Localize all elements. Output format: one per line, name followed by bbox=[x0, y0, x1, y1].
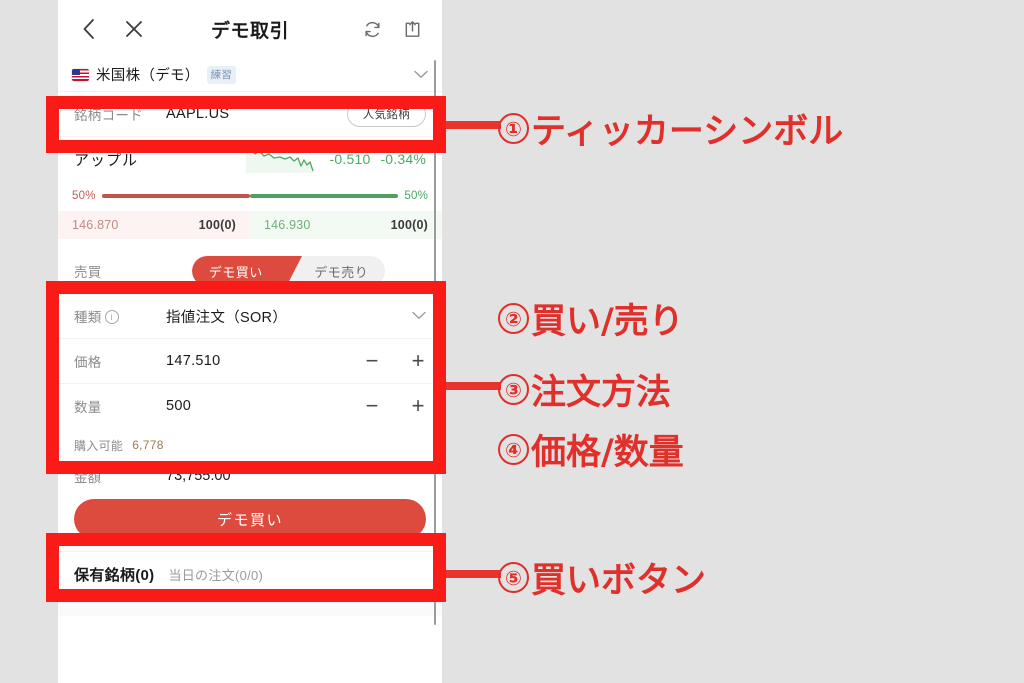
available-row: 購入可能 6,778 bbox=[58, 428, 442, 462]
order-type-label: 種類 i bbox=[74, 306, 166, 326]
annotation-4-text: 価格/数量 bbox=[531, 433, 684, 473]
screenshot-root: デモ取引 米国株（デモ） 練習 銘柄コード AAPL.US 人気銘柄 アップル … bbox=[0, 0, 1024, 683]
close-icon[interactable] bbox=[120, 15, 148, 43]
annotation-4-number: ④ bbox=[498, 434, 529, 465]
info-icon[interactable]: i bbox=[104, 310, 119, 324]
amount-row: 金額 73,755.00 bbox=[58, 462, 442, 490]
app-header: デモ取引 bbox=[58, 0, 442, 58]
order-form: 売買 デモ買い デモ売り 種類 i 指値注文（SOR） 価格 147.510 −… bbox=[58, 249, 442, 428]
ask-percent: 50% bbox=[404, 190, 428, 202]
tab-demo-sell[interactable]: デモ売り bbox=[292, 262, 386, 281]
connector-line-1 bbox=[446, 121, 501, 129]
side-label: 売買 bbox=[74, 265, 102, 280]
bottom-filler bbox=[58, 596, 442, 616]
annotation-3-text: 注文方法 bbox=[531, 373, 672, 413]
side-row: 売買 デモ買い デモ売り bbox=[58, 249, 442, 294]
order-type-row[interactable]: 種類 i 指値注文（SOR） bbox=[58, 294, 442, 339]
order-type-value: 指値注文（SOR） bbox=[166, 309, 288, 326]
stock-name: アップル bbox=[74, 151, 139, 169]
us-flag-icon bbox=[72, 68, 89, 81]
annotation-2-text: 買い/売り bbox=[531, 302, 684, 342]
bid-size: 100(0) bbox=[198, 218, 236, 232]
ask-size: 100(0) bbox=[390, 218, 428, 232]
market-name: 米国株（デモ） bbox=[96, 68, 200, 84]
stock-summary-row: アップル -0.510 -0.34% bbox=[58, 137, 442, 181]
buy-sell-toggle[interactable]: デモ買い デモ売り bbox=[192, 256, 385, 286]
price-input[interactable]: 147.510 bbox=[166, 353, 221, 369]
price-change: -0.510 bbox=[329, 151, 371, 167]
submit-area: デモ買い bbox=[58, 490, 442, 551]
bid-price: 146.870 bbox=[72, 218, 119, 232]
spacer bbox=[58, 239, 442, 249]
ticker-value[interactable]: AAPL.US bbox=[166, 106, 229, 122]
share-icon[interactable] bbox=[398, 15, 426, 43]
price-increment-button[interactable]: + bbox=[410, 350, 426, 372]
connector-line-5 bbox=[446, 570, 501, 578]
bid-percent: 50% bbox=[72, 190, 96, 202]
ticker-row[interactable]: 銘柄コード AAPL.US 人気銘柄 bbox=[58, 92, 442, 137]
available-label: 購入可能 bbox=[74, 438, 124, 453]
annotation-1-text: ティッカーシンボル bbox=[531, 112, 844, 152]
tab-demo-buy[interactable]: デモ買い bbox=[192, 262, 292, 281]
demo-buy-button[interactable]: デモ買い bbox=[74, 499, 426, 539]
connector-line-3 bbox=[446, 382, 501, 390]
quantity-input[interactable]: 500 bbox=[166, 398, 191, 414]
annotation-3-number: ③ bbox=[498, 374, 529, 405]
annotation-1: ① ティッカーシンボル bbox=[498, 103, 843, 154]
chevron-down-icon[interactable] bbox=[414, 66, 428, 84]
quantity-label: 数量 bbox=[74, 400, 102, 415]
available-value: 6,778 bbox=[132, 438, 164, 452]
price-label: 価格 bbox=[74, 355, 102, 370]
sparkline-chart bbox=[244, 144, 320, 174]
quantity-increment-button[interactable]: + bbox=[410, 395, 426, 417]
chevron-down-icon[interactable] bbox=[412, 307, 426, 325]
ask-quote[interactable]: 146.930 100(0) bbox=[250, 211, 442, 239]
annotation-2-number: ② bbox=[498, 303, 529, 334]
annotation-5: ⑤ 買いボタン bbox=[498, 552, 706, 603]
price-decrement-button[interactable]: − bbox=[364, 350, 380, 372]
practice-badge: 練習 bbox=[206, 65, 237, 84]
quantity-row: 数量 500 − + bbox=[58, 384, 442, 428]
tab-todays-orders[interactable]: 当日の注文(0/0) bbox=[168, 565, 263, 584]
bottom-tabs: 保有銘柄(0) 当日の注文(0/0) bbox=[58, 551, 442, 596]
quote-row: 146.870 100(0) 146.930 100(0) bbox=[58, 211, 442, 239]
ask-bar bbox=[250, 193, 399, 199]
bid-bar bbox=[101, 193, 250, 199]
annotation-3: ③ 注文方法 bbox=[498, 364, 671, 415]
annotation-4: ④ 価格/数量 bbox=[498, 424, 684, 475]
annotation-5-number: ⑤ bbox=[498, 562, 529, 593]
amount-value: 73,755.00 bbox=[166, 468, 231, 484]
scrollbar[interactable] bbox=[433, 60, 436, 625]
order-type-label-text: 種類 bbox=[74, 310, 102, 325]
tab-holdings[interactable]: 保有銘柄(0) bbox=[74, 564, 154, 585]
annotation-2: ② 買い/売り bbox=[498, 293, 684, 344]
market-selector[interactable]: 米国株（デモ） 練習 bbox=[58, 58, 442, 92]
ticker-label: 銘柄コード bbox=[74, 108, 143, 123]
popular-stocks-button[interactable]: 人気銘柄 bbox=[346, 101, 426, 127]
bid-quote[interactable]: 146.870 100(0) bbox=[58, 211, 250, 239]
price-row: 価格 147.510 − + bbox=[58, 339, 442, 384]
phone-screen: デモ取引 米国株（デモ） 練習 銘柄コード AAPL.US 人気銘柄 アップル … bbox=[58, 0, 442, 683]
back-icon[interactable] bbox=[74, 15, 102, 43]
amount-label: 金額 bbox=[74, 470, 101, 485]
annotation-1-number: ① bbox=[498, 113, 529, 144]
quantity-decrement-button[interactable]: − bbox=[364, 395, 380, 417]
price-change-percent: -0.34% bbox=[380, 151, 426, 167]
refresh-icon[interactable] bbox=[358, 15, 386, 43]
ask-price: 146.930 bbox=[264, 218, 311, 232]
depth-bar: 50% 50% bbox=[58, 181, 442, 211]
annotation-5-text: 買いボタン bbox=[531, 561, 707, 601]
